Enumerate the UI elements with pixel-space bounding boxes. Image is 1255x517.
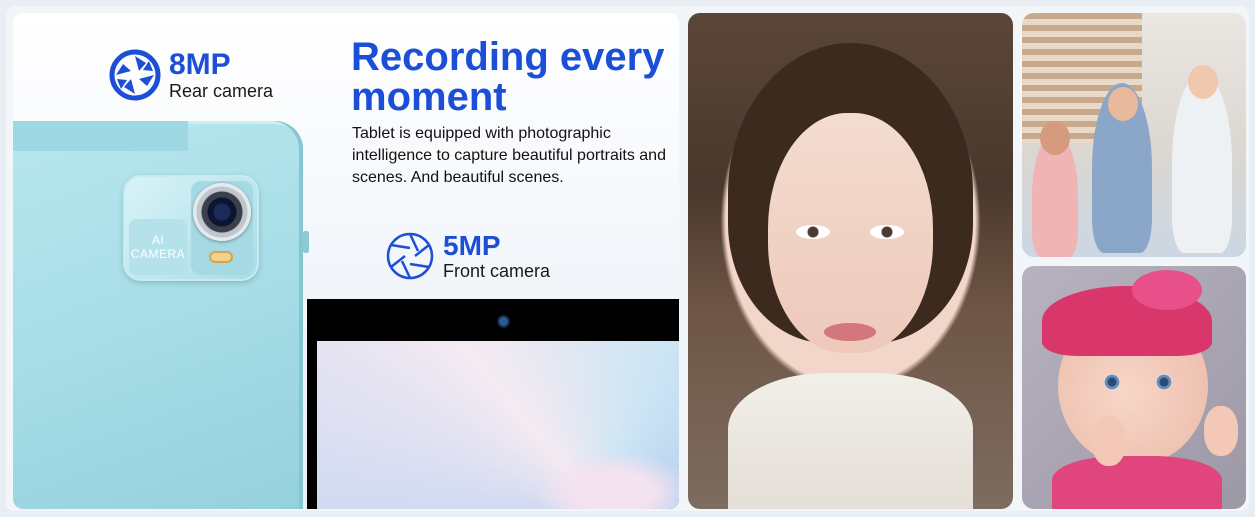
portrait-face: [768, 113, 933, 353]
girl-head: [1040, 121, 1070, 155]
camera-shutter-icon: [386, 232, 434, 280]
rear-camera-module: AI CAMERA: [123, 175, 259, 281]
portrait-eye-right: [870, 225, 904, 239]
tablet-edge-strip: [13, 121, 188, 151]
portrait-lips: [824, 323, 876, 341]
camera-feature-panel: AI CAMERA 8MP Rear camera Recording ever…: [13, 13, 679, 509]
rear-lens-icon: [193, 183, 251, 241]
father-head: [1108, 87, 1138, 121]
rear-camera-spec: 8MP: [169, 48, 231, 81]
portrait-sweater: [728, 373, 973, 509]
tablet-screen-wallpaper: [317, 341, 679, 509]
rear-camera-label: Rear camera: [169, 81, 274, 101]
baby-hand-left: [1092, 416, 1126, 466]
headline: Recording every moment: [351, 35, 665, 119]
boy-figure: [1172, 73, 1232, 253]
baby-outfit: [1052, 456, 1222, 509]
baby-photo: [1022, 266, 1246, 509]
flash-icon: [209, 251, 233, 263]
portrait-photo: [688, 13, 1013, 509]
baby-headband-bow: [1132, 270, 1202, 310]
front-camera-spec: 5MP: [443, 230, 501, 261]
front-camera-feature: 5MP Front camera: [385, 231, 550, 281]
tablet-front-image: [307, 299, 679, 509]
boy-head: [1188, 65, 1218, 99]
rear-camera-feature: 8MP Rear camera: [109, 49, 273, 101]
ai-camera-label: AI CAMERA: [129, 219, 187, 275]
family-photo: [1022, 13, 1246, 257]
portrait-eye-left: [796, 225, 830, 239]
baby-eye-left: [1104, 374, 1120, 390]
tablet-back-image: AI CAMERA: [13, 121, 303, 509]
front-camera-label: Front camera: [443, 261, 551, 281]
front-camera-lens-icon: [499, 317, 508, 326]
baby-hand-right: [1204, 406, 1238, 456]
camera-shutter-icon: [109, 49, 161, 101]
feature-description: Tablet is equipped with photographic int…: [352, 125, 666, 186]
baby-eye-right: [1156, 374, 1172, 390]
tablet-side-button: [303, 231, 309, 253]
